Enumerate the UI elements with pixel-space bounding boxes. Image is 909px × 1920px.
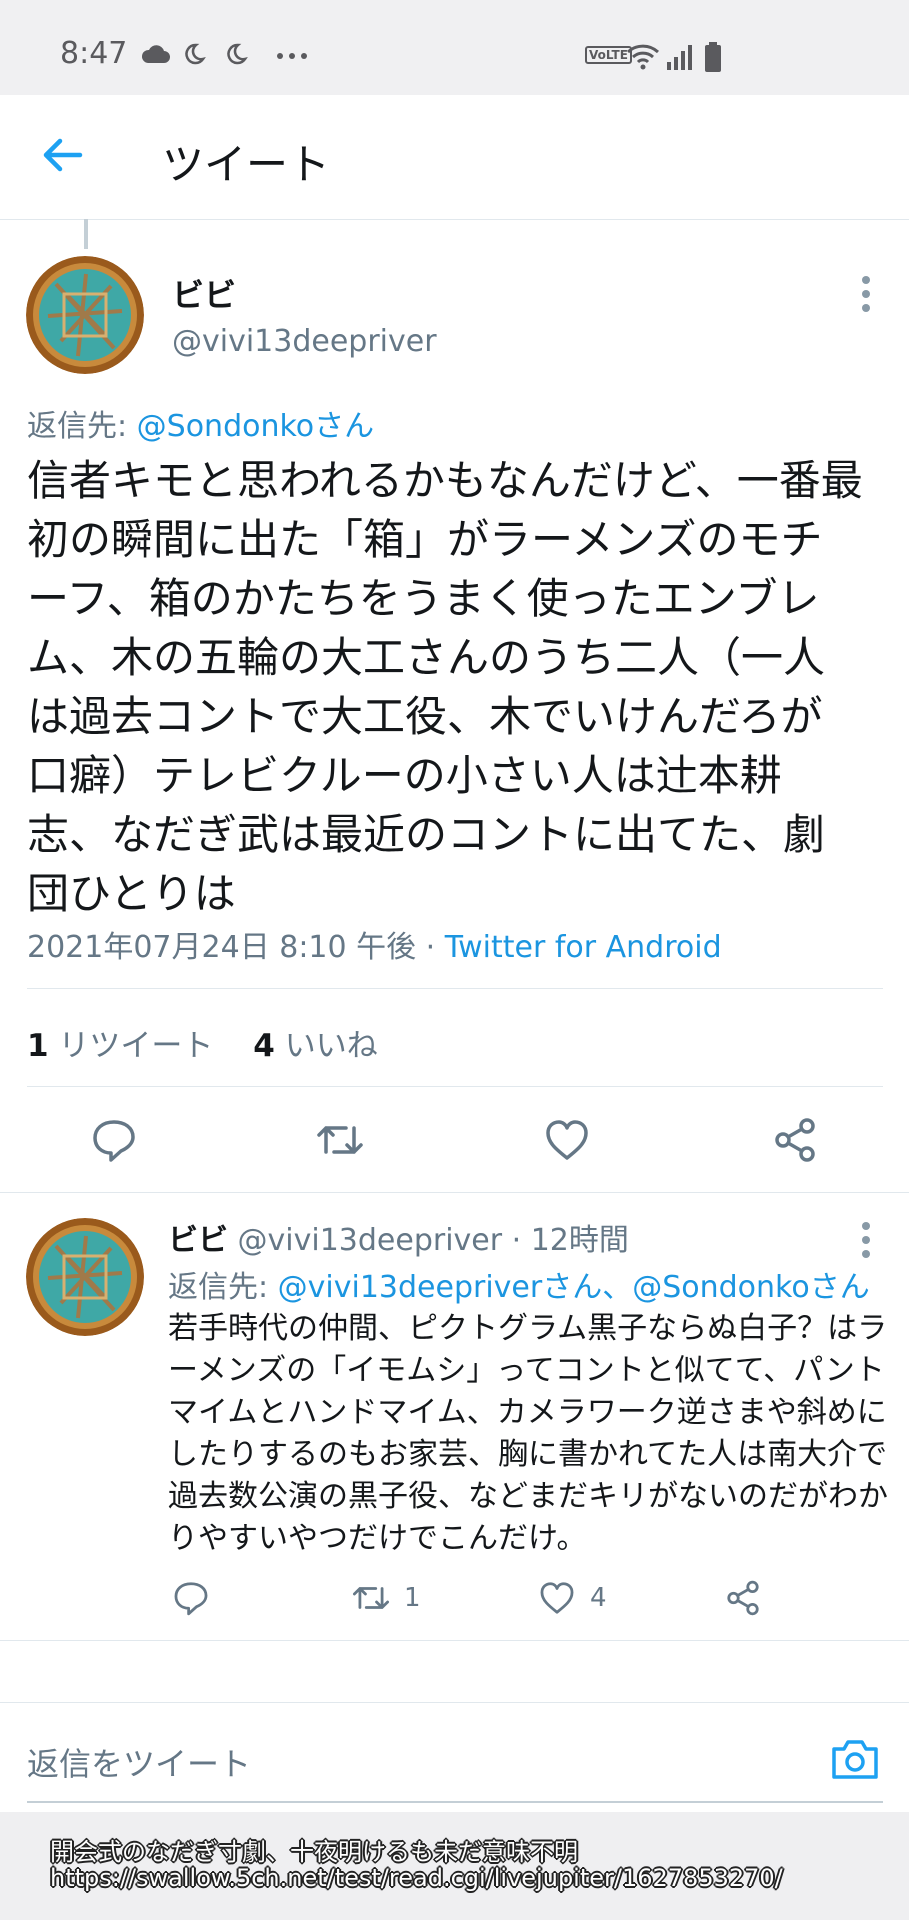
retweet-count: 1 <box>27 1028 49 1064</box>
input-underline <box>27 1801 883 1803</box>
caption-line-1: 開会式のなだぎ寸劇、十夜明けるも未だ意味不明 <box>50 1838 578 1866</box>
replying-to: 返信先: @Sondonkoさん <box>27 401 374 445</box>
avatar[interactable] <box>26 256 144 374</box>
reply-input-placeholder[interactable]: 返信をツイート <box>27 1739 251 1785</box>
tweet-text: 信者キモと思われるかもなんだけど、一番最初の瞬間に出た「箱」がラーメンズのモチー… <box>27 456 863 918</box>
reply-replying-prefix: 返信先: <box>168 1270 278 1305</box>
user-handle[interactable]: @vivi13deepriver <box>172 324 437 359</box>
status-bar: 8:47 VoLTE <box>0 0 909 95</box>
reply-display-name[interactable]: ビビ <box>168 1223 228 1258</box>
like-icon <box>540 1582 574 1614</box>
reply-replying-to-link[interactable]: @vivi13deepriverさん、@Sondonkoさん <box>278 1270 870 1305</box>
reply-replying-to: 返信先: @vivi13deepriverさん、@Sondonkoさん <box>168 1262 870 1306</box>
reply-retweet-count: 1 <box>404 1583 421 1613</box>
share-icon[interactable] <box>771 1116 819 1164</box>
more-options-icon[interactable] <box>856 274 876 314</box>
moon-icon <box>227 43 248 65</box>
cloud-icon <box>141 45 170 63</box>
reply-reply-button[interactable] <box>172 1578 210 1618</box>
reply-composer[interactable]: 返信をツイート <box>0 1702 909 1813</box>
camera-icon[interactable] <box>830 1733 880 1783</box>
caption-line-2: https://swallow.5ch.net/test/read.cgi/li… <box>50 1864 783 1892</box>
section-divider <box>0 1640 909 1641</box>
page-title: ツイート <box>162 140 331 189</box>
thread-connector-line <box>84 219 88 249</box>
reply-text: 若手時代の仲間、ピクトグラム黒子ならぬ白子？はラーメンズの「イモムシ」ってコント… <box>168 1311 888 1556</box>
like-label: いいね <box>274 1028 378 1064</box>
retweet-label: リツイート <box>48 1028 214 1064</box>
replying-to-link[interactable]: @Sondonkoさん <box>137 409 374 444</box>
replying-prefix: 返信先: <box>27 409 137 444</box>
app-bar: ツイート <box>0 95 909 220</box>
reply-header: ビビ @vivi13deepriver · 12時間 <box>168 1215 629 1259</box>
reply-avatar[interactable] <box>26 1218 144 1336</box>
reply-more-options-icon[interactable] <box>856 1220 876 1260</box>
like-icon[interactable] <box>543 1116 591 1164</box>
reply-like-count: 4 <box>590 1583 607 1613</box>
signal-icon <box>667 45 692 70</box>
retweet-stat[interactable]: 1 リツイート <box>27 1028 213 1064</box>
moon-icon <box>185 43 206 65</box>
wifi-icon <box>626 44 660 70</box>
section-divider <box>0 1192 909 1193</box>
tweet-timestamp[interactable]: 2021年07月24日 8:10 午後 · <box>27 930 445 965</box>
reply-icon <box>174 1582 208 1616</box>
share-icon <box>727 1580 759 1616</box>
like-stat[interactable]: 4 いいね <box>253 1028 377 1064</box>
reply-icon[interactable] <box>90 1116 138 1164</box>
tweet-stats: 1 リツイート 4 いいね <box>27 1020 378 1065</box>
back-arrow-icon[interactable] <box>40 133 84 177</box>
like-count: 4 <box>253 1028 275 1064</box>
divider <box>27 988 883 989</box>
reply-like-button[interactable]: 4 <box>538 1578 607 1618</box>
reply-retweet-button[interactable]: 1 <box>352 1578 421 1618</box>
battery-icon <box>705 42 721 72</box>
retweet-icon[interactable] <box>316 1116 364 1164</box>
tweet-meta: 2021年07月24日 8:10 午後 · Twitter for Androi… <box>27 922 722 966</box>
status-time: 8:47 <box>60 36 128 71</box>
tweet-source[interactable]: Twitter for Android <box>445 930 722 965</box>
volte-badge: VoLTE <box>585 46 632 64</box>
more-dots-icon <box>277 53 307 59</box>
retweet-icon <box>352 1587 390 1609</box>
display-name[interactable]: ビビ <box>172 270 236 316</box>
reply-handle-time: @vivi13deepriver · 12時間 <box>228 1223 629 1258</box>
divider <box>27 1086 883 1087</box>
reply-share-button[interactable] <box>724 1578 762 1618</box>
